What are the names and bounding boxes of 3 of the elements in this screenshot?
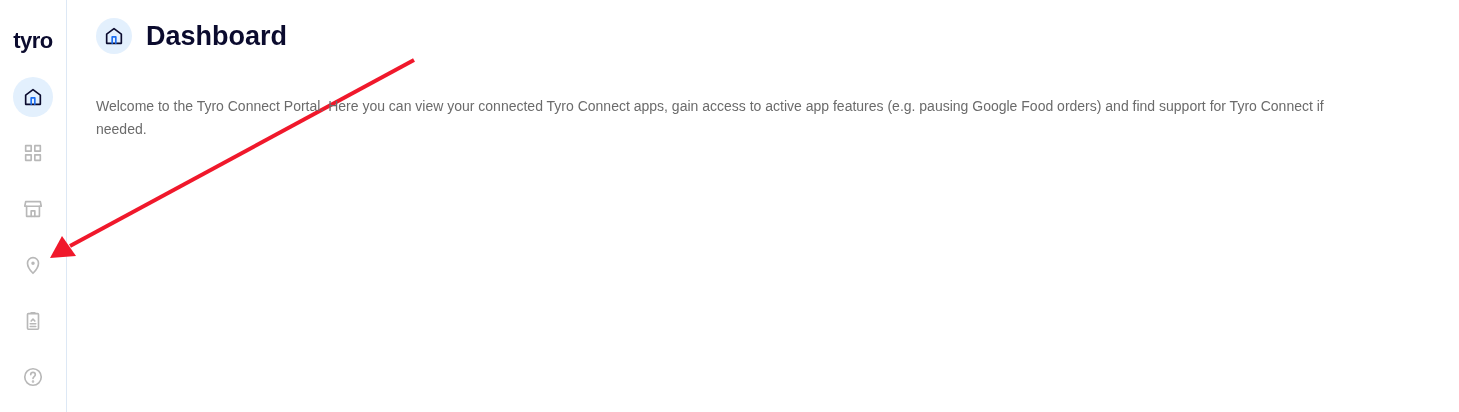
logo: tyro [13,28,53,53]
page-title: Dashboard [146,20,288,53]
welcome-text: Welcome to the Tyro Connect Portal. Here you can view your connected Tyro Connect apps, gain access to active app features (e.g. pausing Google Food orders) and find support for Tyro Connect if needed. [96,96,1325,139]
